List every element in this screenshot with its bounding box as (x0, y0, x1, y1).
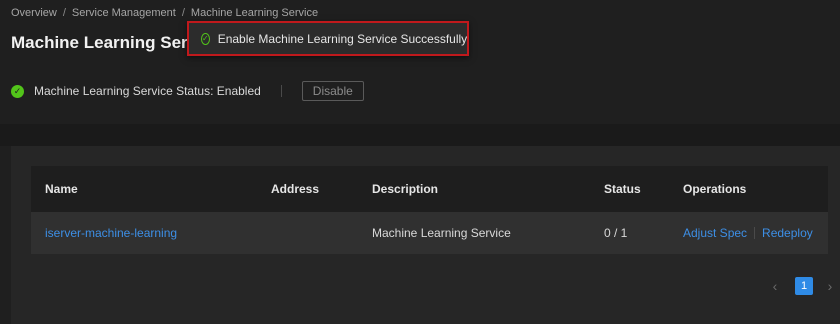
service-list-panel: Name Address Description Status Operatio… (11, 146, 840, 324)
breadcrumb-separator: / (181, 7, 185, 19)
service-status-row: ✓ Machine Learning Service Status: Enabl… (11, 81, 364, 101)
divider (280, 85, 282, 97)
next-page-icon[interactable]: › (822, 278, 838, 294)
service-status-text: Machine Learning Service Status: Enabled (34, 84, 261, 98)
redeploy-link[interactable]: Redeploy (762, 226, 813, 240)
check-circle-icon: ✓ (201, 32, 210, 45)
service-status: 0 / 1 (604, 226, 628, 240)
table-row: iserver-machine-learning Machine Learnin… (31, 212, 828, 254)
breadcrumb: Overview / Service Management / Machine Lear… (11, 7, 318, 19)
column-header-address: Address (271, 182, 320, 196)
operations-divider (754, 227, 756, 239)
column-header-status: Status (604, 182, 641, 196)
toast-message: Enable Machine Learning Service Successf… (217, 31, 468, 46)
pagination: ‹ 1 › (767, 277, 838, 295)
service-name-link[interactable]: iserver-machine-learning (45, 226, 177, 240)
section-divider (0, 124, 840, 146)
column-header-name: Name (45, 182, 78, 196)
column-header-operations: Operations (683, 182, 747, 196)
row-operations: Adjust Spec Redeploy (683, 226, 813, 240)
check-circle-filled-icon: ✓ (11, 84, 24, 98)
page-title: Machine Learning Serv (11, 33, 198, 52)
breadcrumb-current: Machine Learning Service (190, 7, 319, 19)
breadcrumb-overview[interactable]: Overview (11, 7, 57, 19)
disable-button[interactable]: Disable (301, 81, 364, 101)
breadcrumb-service-management[interactable]: Service Management (72, 7, 176, 19)
breadcrumb-separator: / (62, 7, 66, 19)
service-table: Name Address Description Status Operatio… (31, 166, 828, 254)
adjust-spec-link[interactable]: Adjust Spec (683, 226, 747, 240)
prev-page-icon[interactable]: ‹ (767, 278, 783, 294)
success-toast: ✓ Enable Machine Learning Service Succes… (187, 21, 469, 56)
column-header-description: Description (372, 182, 439, 196)
page-1-button[interactable]: 1 (795, 277, 813, 295)
table-header: Name Address Description Status Operatio… (31, 166, 828, 212)
service-description: Machine Learning Service (372, 226, 511, 240)
